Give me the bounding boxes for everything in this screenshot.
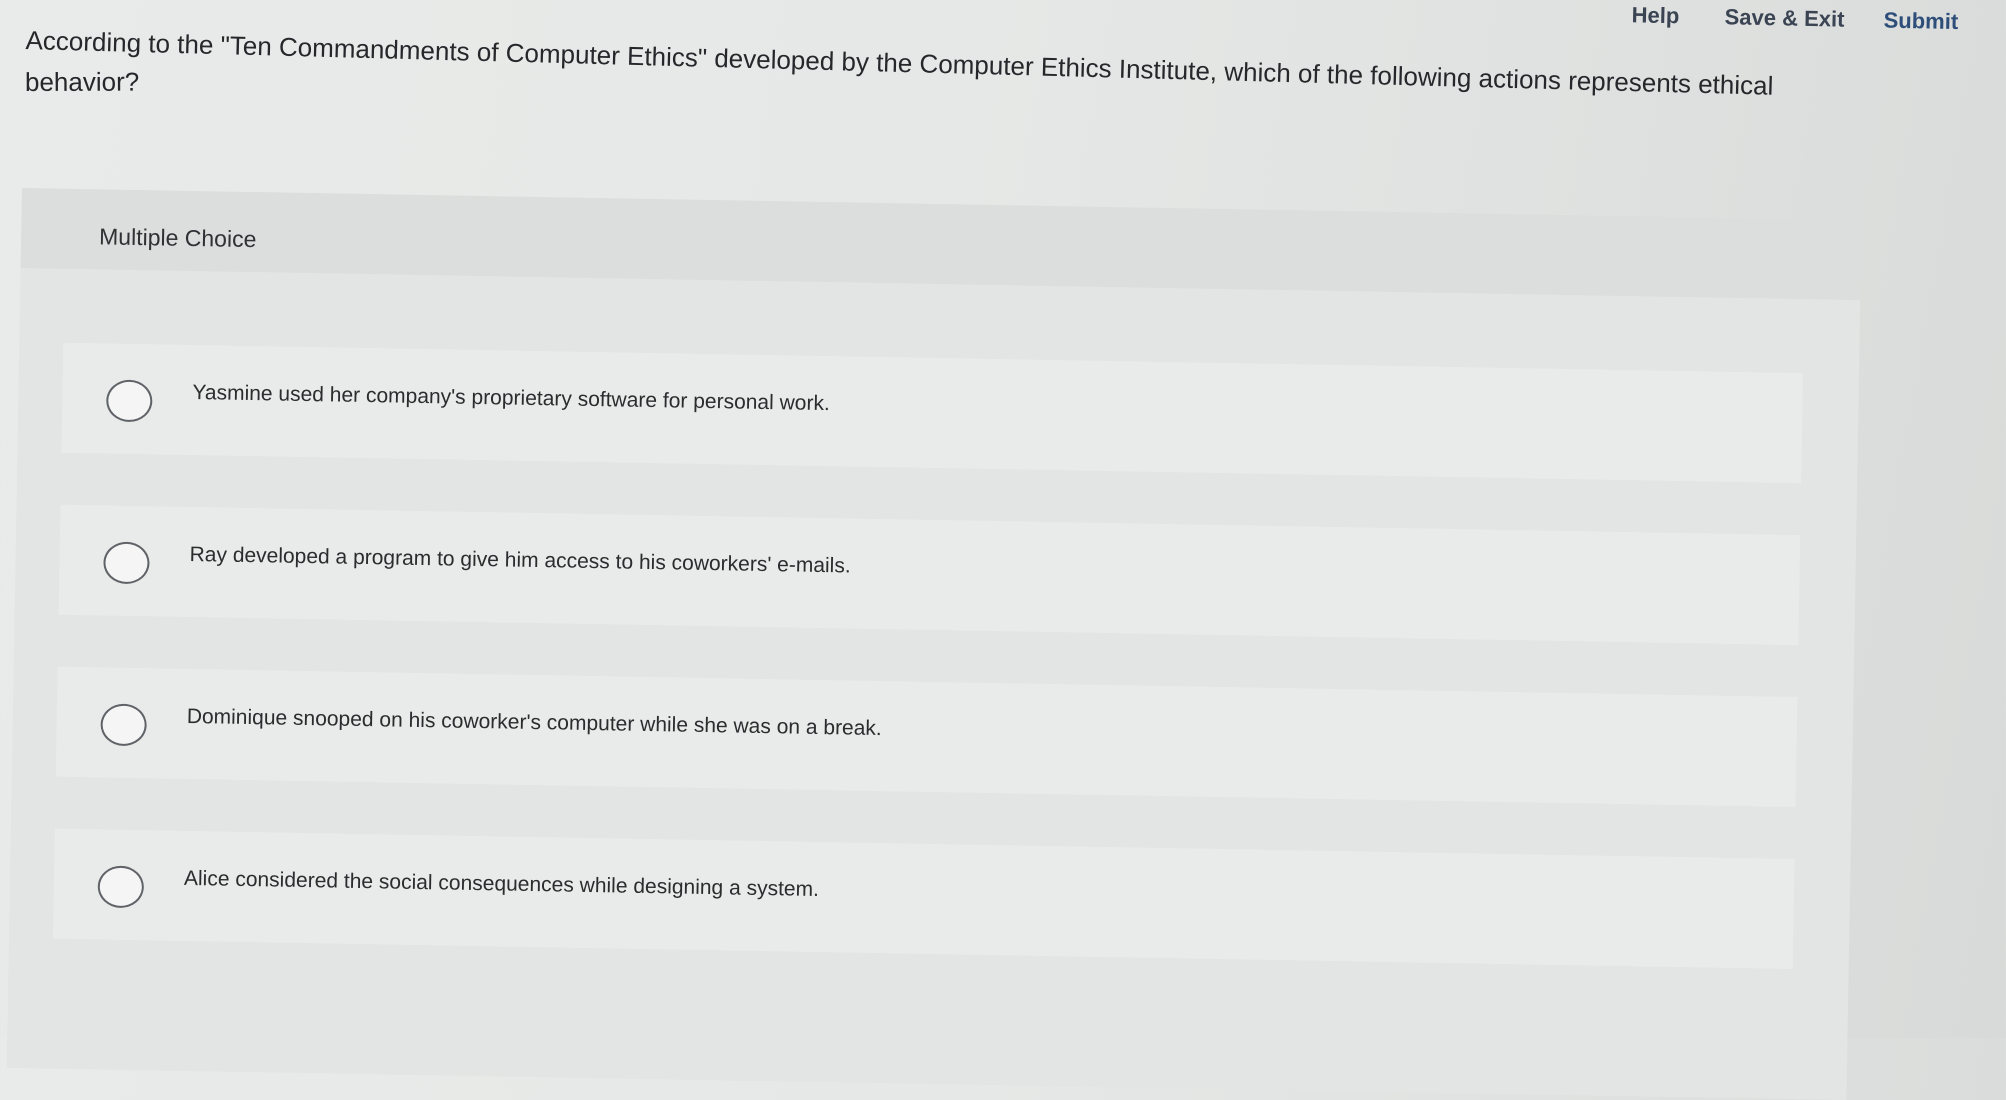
answer-option-4[interactable]: Alice considered the social consequences… — [52, 828, 1795, 970]
answer-option-text: Yasmine used her company's proprietary s… — [192, 381, 830, 416]
answer-option-text: Ray developed a program to give him acce… — [189, 542, 851, 578]
answer-option-text: Alice considered the social consequences… — [183, 866, 820, 902]
save-exit-link[interactable]: Save & Exit — [1724, 4, 1844, 33]
answer-option-3[interactable]: Dominique snooped on his coworker's comp… — [55, 666, 1798, 808]
question-text-line-1: According to the "Ten Commandments of Co… — [25, 24, 1774, 101]
multiple-choice-label: Multiple Choice — [98, 223, 257, 253]
multiple-choice-card: Multiple Choice Yasmine used her company… — [6, 188, 1862, 1100]
top-navigation: Help Save & Exit Submit — [1619, 0, 1980, 48]
answer-option-1[interactable]: Yasmine used her company's proprietary s… — [61, 342, 1804, 484]
answer-option-2[interactable]: Ray developed a program to give him acce… — [58, 504, 1801, 646]
radio-button-icon[interactable] — [103, 541, 150, 585]
help-link[interactable]: Help — [1631, 2, 1679, 29]
radio-button-icon[interactable] — [97, 865, 145, 909]
radio-button-icon[interactable] — [105, 379, 153, 423]
answer-option-text: Dominique snooped on his coworker's comp… — [186, 704, 882, 741]
radio-button-icon[interactable] — [100, 703, 148, 747]
submit-link[interactable]: Submit — [1883, 8, 1958, 36]
question-text-line-2: behavior? — [24, 66, 140, 97]
question-prompt: According to the "Ten Commandments of Co… — [23, 24, 1926, 204]
multiple-choice-header: Multiple Choice — [20, 188, 1862, 301]
